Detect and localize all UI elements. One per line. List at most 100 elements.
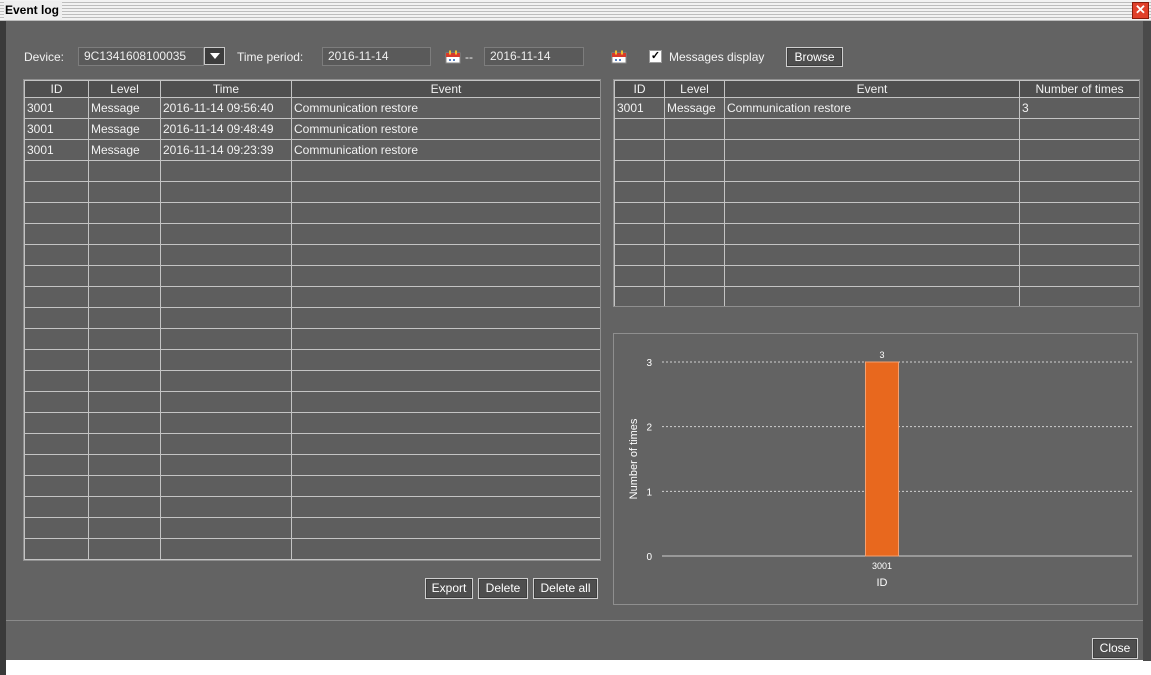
- table-row[interactable]: [24, 328, 600, 350]
- table-cell: 2016-11-14 09:23:39: [160, 139, 292, 161]
- table-cell: [24, 391, 89, 413]
- table-cell: [614, 139, 665, 161]
- table-cell: [88, 412, 161, 434]
- table-row[interactable]: 3001 Message 2016-11-14 09:56:40 Communicat…: [24, 97, 600, 119]
- table-row[interactable]: [614, 265, 1139, 287]
- table-row[interactable]: [24, 454, 600, 476]
- table-cell: [88, 160, 161, 182]
- table-row[interactable]: [24, 391, 600, 413]
- table-cell: [614, 244, 665, 266]
- table-row[interactable]: [614, 286, 1139, 306]
- table-row[interactable]: [24, 202, 600, 224]
- table-row[interactable]: [24, 433, 600, 455]
- table-cell: [24, 370, 89, 392]
- table-row[interactable]: [24, 412, 600, 434]
- table-row[interactable]: [24, 265, 600, 287]
- table-cell: [1019, 202, 1139, 224]
- messages-display-checkbox[interactable]: ✓: [649, 50, 662, 63]
- table-cell: [160, 181, 292, 203]
- table-cell: [88, 538, 161, 560]
- table-cell: [291, 244, 600, 266]
- table-cell: [160, 202, 292, 224]
- calendar-icon[interactable]: [611, 50, 627, 64]
- column-header-time[interactable]: Time: [160, 80, 292, 98]
- y-tick-label: 0: [646, 552, 652, 563]
- table-row[interactable]: 3001 Message 2016-11-14 09:23:39 Communicat…: [24, 139, 600, 161]
- column-header-event[interactable]: Event: [724, 80, 1020, 98]
- date-to-input[interactable]: 2016-11-14: [484, 47, 584, 66]
- window-close-icon[interactable]: ✕: [1132, 2, 1149, 19]
- device-dropdown-button[interactable]: [204, 47, 225, 65]
- delete-all-button[interactable]: Delete all: [533, 578, 598, 599]
- table-cell: [1019, 181, 1139, 203]
- table-row[interactable]: [614, 139, 1139, 161]
- table-row[interactable]: [24, 475, 600, 497]
- table-row[interactable]: [24, 286, 600, 308]
- table-cell: [88, 433, 161, 455]
- table-cell: [291, 412, 600, 434]
- date-from-input[interactable]: 2016-11-14: [322, 47, 431, 66]
- column-header-event[interactable]: Event: [291, 80, 600, 98]
- calendar-icon[interactable]: [445, 50, 461, 64]
- table-cell: [724, 181, 1020, 203]
- table-row[interactable]: [614, 244, 1139, 266]
- table-cell: Message: [88, 139, 161, 161]
- event-summary-table[interactable]: ID Level Event Number of times 3001 Messa…: [613, 79, 1140, 307]
- table-cell: [614, 202, 665, 224]
- table-cell: [291, 454, 600, 476]
- table-row[interactable]: [24, 307, 600, 329]
- table-row[interactable]: [24, 559, 600, 560]
- table-row[interactable]: [24, 538, 600, 560]
- column-header-number-of-times[interactable]: Number of times: [1019, 80, 1139, 98]
- table-row[interactable]: [24, 349, 600, 371]
- column-header-level[interactable]: Level: [88, 80, 161, 98]
- table-cell: [24, 265, 89, 287]
- table-row[interactable]: [24, 517, 600, 539]
- table-row[interactable]: 3001 Message Communication restore 3: [614, 97, 1139, 119]
- table-cell: [24, 286, 89, 308]
- table-cell: [614, 118, 665, 140]
- table-cell: [664, 202, 725, 224]
- table-cell: [664, 244, 725, 266]
- table-row[interactable]: [614, 181, 1139, 203]
- table-cell: [160, 265, 292, 287]
- column-header-id[interactable]: ID: [24, 80, 89, 98]
- table-cell: [291, 391, 600, 413]
- table-cell: [24, 433, 89, 455]
- export-button[interactable]: Export: [425, 578, 473, 599]
- table-cell: [24, 181, 89, 203]
- close-button[interactable]: Close: [1092, 638, 1138, 659]
- delete-button[interactable]: Delete: [478, 578, 528, 599]
- column-header-id[interactable]: ID: [614, 80, 665, 98]
- event-list-table[interactable]: ID Level Time Event 3001 Message 2016-11-1…: [23, 79, 601, 561]
- table-row[interactable]: [24, 160, 600, 182]
- column-header-level[interactable]: Level: [664, 80, 725, 98]
- table-row[interactable]: 3001 Message 2016-11-14 09:48:49 Communicat…: [24, 118, 600, 140]
- table-row[interactable]: [24, 181, 600, 203]
- table-cell: [291, 223, 600, 245]
- table-cell: [664, 160, 725, 182]
- table-cell: [1019, 265, 1139, 287]
- table-cell: [88, 286, 161, 308]
- table-row[interactable]: [24, 244, 600, 266]
- table-row[interactable]: [614, 160, 1139, 182]
- table-cell: [160, 307, 292, 329]
- table-cell: [664, 286, 725, 306]
- device-select[interactable]: 9C1341608100035: [78, 47, 204, 66]
- table-cell: [291, 433, 600, 455]
- table-row[interactable]: [24, 496, 600, 518]
- table-row[interactable]: [614, 223, 1139, 245]
- table-row[interactable]: [24, 370, 600, 392]
- table-cell: Communication restore: [291, 118, 600, 140]
- table-row[interactable]: [614, 118, 1139, 140]
- table-row[interactable]: [614, 202, 1139, 224]
- browse-button[interactable]: Browse: [786, 47, 843, 67]
- table-cell: [160, 475, 292, 497]
- title-bar[interactable]: Event log ✕: [0, 0, 1151, 21]
- table-cell: [88, 517, 161, 539]
- table-row[interactable]: [24, 223, 600, 245]
- table-cell: 3: [1019, 97, 1139, 119]
- table-cell: [1019, 118, 1139, 140]
- table-cell: [24, 328, 89, 350]
- table-cell: [724, 139, 1020, 161]
